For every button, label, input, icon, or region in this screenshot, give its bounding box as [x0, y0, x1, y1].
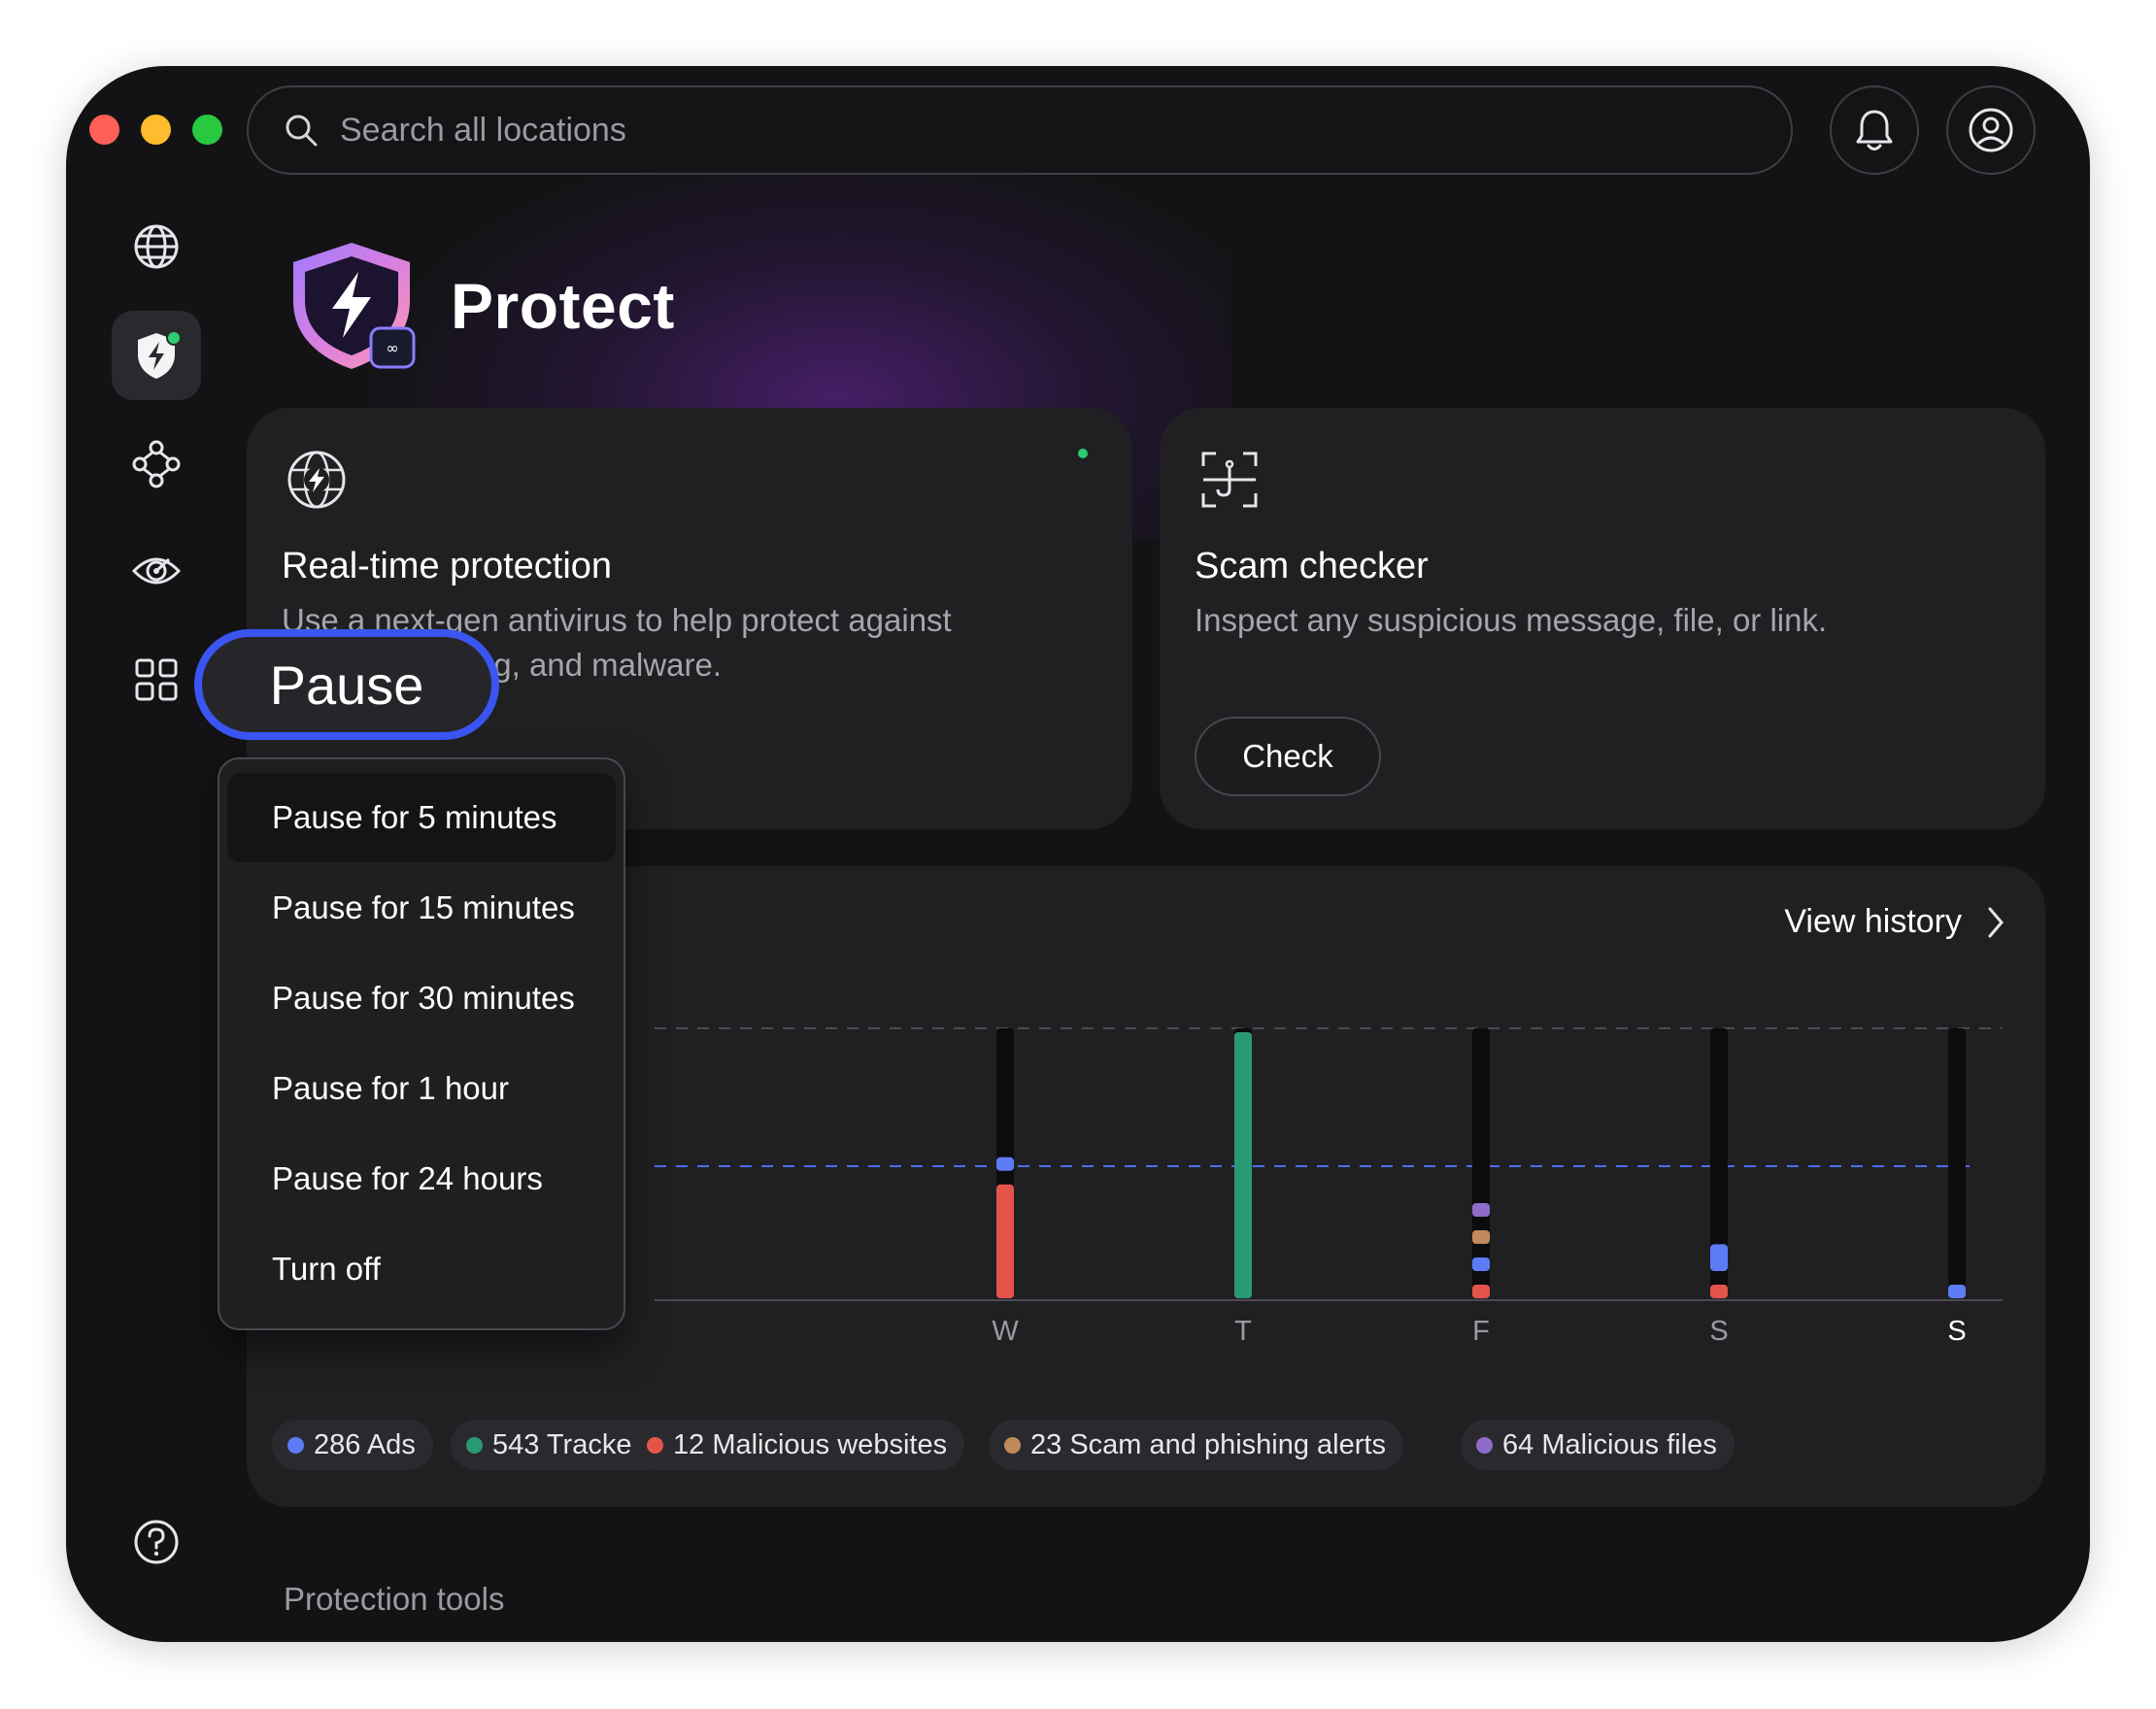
zoom-window-button[interactable] [192, 115, 222, 145]
x-tick-label: F [1472, 1316, 1490, 1347]
help-icon [134, 1520, 179, 1564]
scam-description: Inspect any suspicious message, file, or… [1195, 602, 1828, 638]
bar-segment-scam_alerts [1472, 1230, 1490, 1244]
user-icon [1969, 108, 2013, 152]
legend-label: 23 Scam and phishing alerts [1030, 1428, 1386, 1460]
x-tick-label: W [992, 1316, 1019, 1347]
bar-segment-ads [1948, 1285, 1966, 1298]
legend-scam-alerts: 23 Scam and phishing alerts [989, 1420, 1403, 1470]
minimize-window-button[interactable] [141, 115, 171, 145]
bar-track [1472, 1028, 1490, 1296]
bar-segment-trackers [1234, 1032, 1252, 1298]
protect-logo-icon: ∞ [293, 243, 416, 369]
legend-dot [1476, 1436, 1493, 1454]
scam-title: Scam checker [1195, 546, 1429, 586]
globe-bolt-icon [287, 451, 346, 509]
legend-dot [287, 1436, 304, 1454]
x-tick-label: S [1947, 1316, 1966, 1347]
scam-checker-card: Scam checker Inspect any suspicious mess… [1160, 408, 2045, 829]
bar-segment-ads [1710, 1244, 1728, 1271]
legend-ads: 286 Ads [272, 1420, 433, 1470]
legend-malicious-websites: 12 Malicious websites [631, 1420, 965, 1470]
bar-segment-malicious_websites [1710, 1285, 1728, 1298]
svg-text:∞: ∞ [386, 339, 398, 357]
search-icon [286, 115, 318, 147]
search-input[interactable] [340, 111, 1700, 150]
pause-button[interactable]: Pause [194, 629, 499, 740]
legend-malicious-files: 64 Malicious files [1461, 1420, 1735, 1470]
status-indicator [1078, 449, 1088, 458]
scan-hook-icon [1201, 452, 1258, 508]
menu-item-turn-off[interactable]: Turn off [227, 1224, 616, 1314]
sidebar-item-protect[interactable] [112, 311, 201, 400]
legend-dot [647, 1436, 663, 1454]
menu-item-pause-24-hours[interactable]: Pause for 24 hours [227, 1134, 616, 1223]
menu-item-pause-30-minutes[interactable]: Pause for 30 minutes [227, 954, 616, 1043]
bar-track [1948, 1028, 1966, 1296]
sidebar-item-globe[interactable] [112, 202, 201, 291]
bar-segment-ads [996, 1156, 1014, 1171]
page-title: Protect [451, 270, 675, 342]
pause-dropdown-menu: Pause for 5 minutes Pause for 15 minutes… [218, 757, 625, 1330]
legend-dot [1004, 1436, 1021, 1454]
sidebar-item-apps[interactable] [112, 635, 201, 724]
eye-scan-icon [131, 557, 182, 585]
status-dot [166, 330, 182, 346]
legend-label: 12 Malicious websites [673, 1428, 948, 1460]
notifications-button[interactable] [1830, 85, 1919, 175]
bar-segment-ads [1472, 1257, 1490, 1271]
x-tick-label: T [1234, 1316, 1252, 1347]
sidebar-item-privacy[interactable] [112, 526, 201, 616]
menu-item-pause-15-minutes[interactable]: Pause for 15 minutes [227, 863, 616, 953]
bar-segment-malicious_websites [996, 1184, 1014, 1298]
account-button[interactable] [1946, 85, 2036, 175]
bar-segment-malicious_websites [1472, 1285, 1490, 1298]
check-button[interactable]: Check [1195, 717, 1381, 796]
grid-icon [135, 658, 178, 701]
menu-item-pause-1-hour[interactable]: Pause for 1 hour [227, 1044, 616, 1133]
close-window-button[interactable] [89, 115, 119, 145]
legend-label: 286 Ads [314, 1428, 416, 1460]
sidebar-item-network[interactable] [112, 419, 201, 509]
legend-label: 64 Malicious files [1502, 1428, 1717, 1460]
bell-icon [1856, 110, 1893, 151]
protection-tools-heading: Protection tools [284, 1581, 505, 1617]
search-bar[interactable] [247, 85, 1793, 175]
realtime-title: Real-time protection [282, 546, 613, 586]
globe-icon [134, 224, 179, 269]
network-icon [132, 440, 181, 488]
sidebar-item-help[interactable] [112, 1497, 201, 1587]
bar-segment-malicious_files [1472, 1203, 1490, 1217]
legend-dot [466, 1436, 483, 1454]
x-tick-label: S [1709, 1316, 1728, 1347]
menu-item-pause-5-minutes[interactable]: Pause for 5 minutes [227, 773, 616, 862]
page-header: ∞ Protect [287, 239, 675, 373]
